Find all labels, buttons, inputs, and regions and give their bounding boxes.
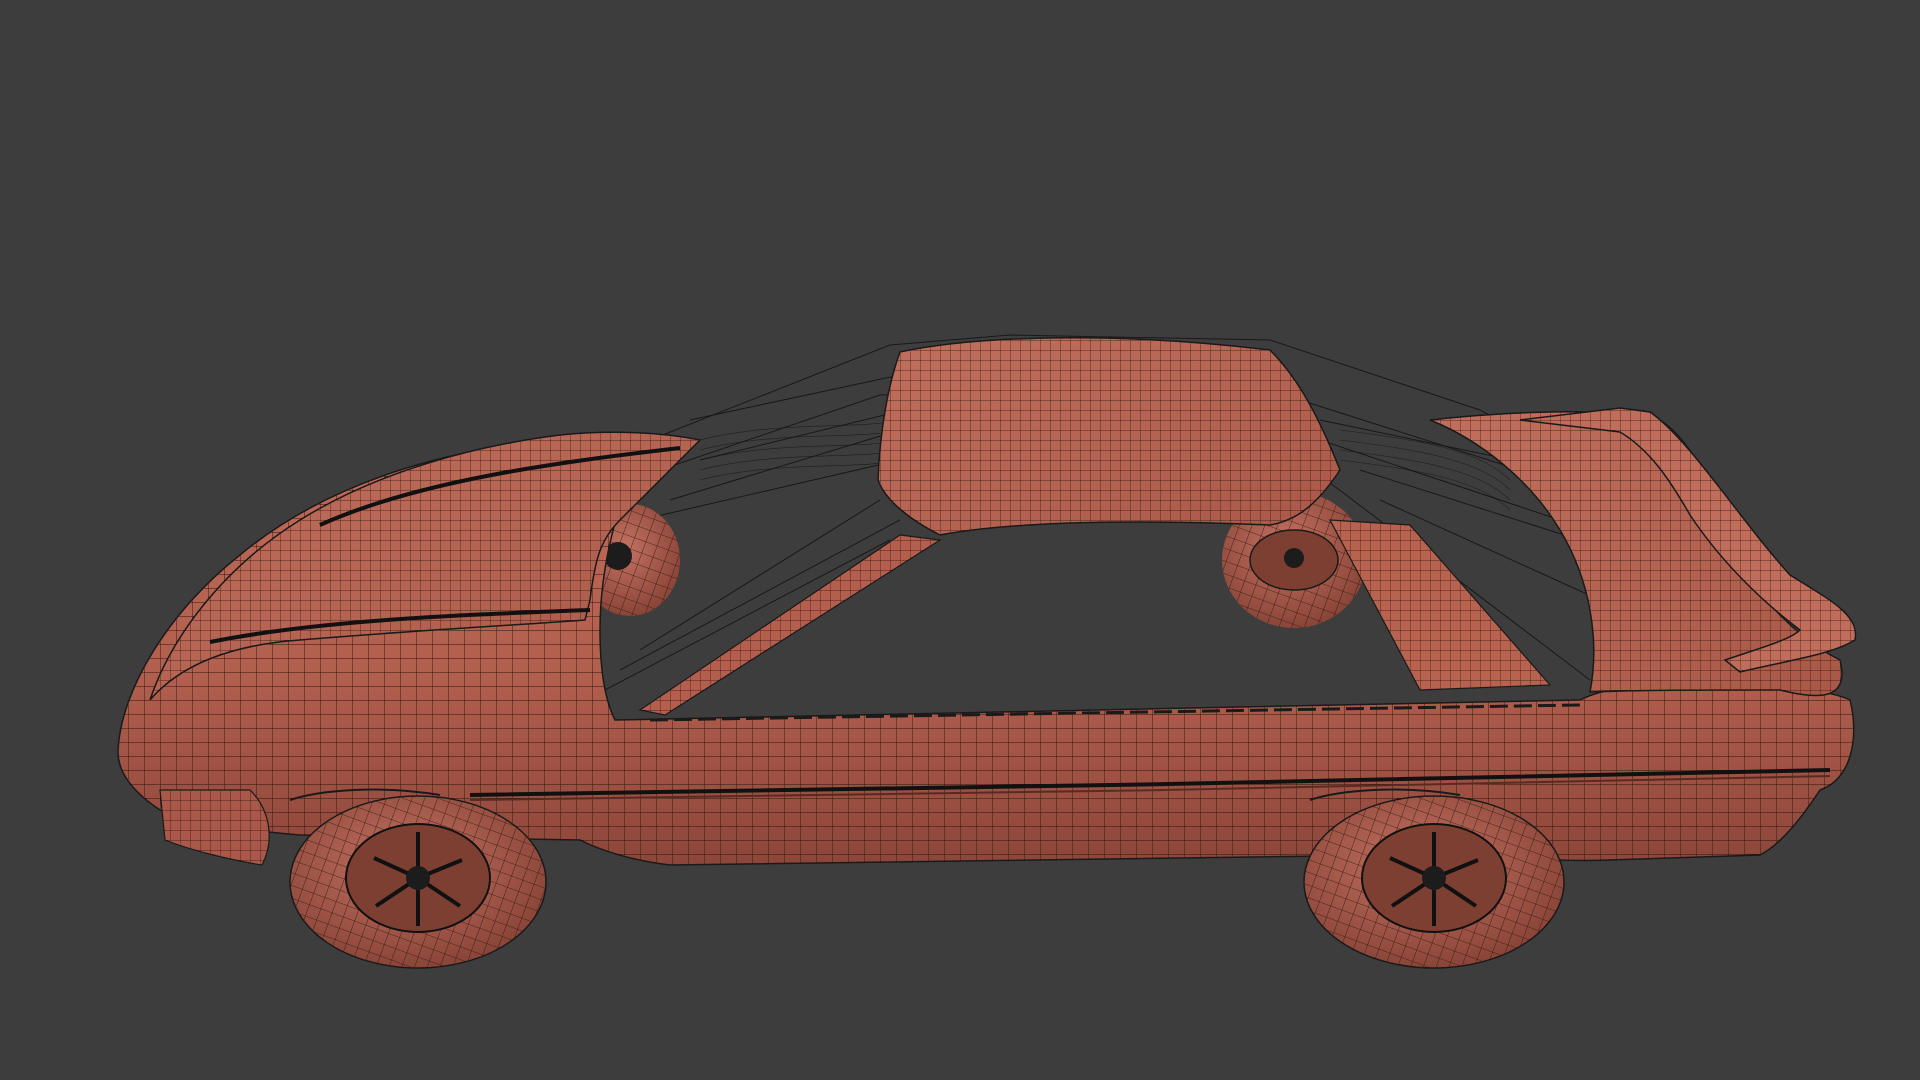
car-roof [877,337,1341,536]
hub-rear [1422,866,1446,890]
wheel-rear-near [1303,795,1565,969]
viewport-canvas[interactable] [0,0,1920,1080]
3d-viewport[interactable] [0,0,1920,1080]
c-pillar [1328,519,1552,691]
a-pillar [638,534,942,716]
wheel-front-near [289,795,547,969]
hub-front [406,866,430,890]
front-bumper [159,789,270,866]
